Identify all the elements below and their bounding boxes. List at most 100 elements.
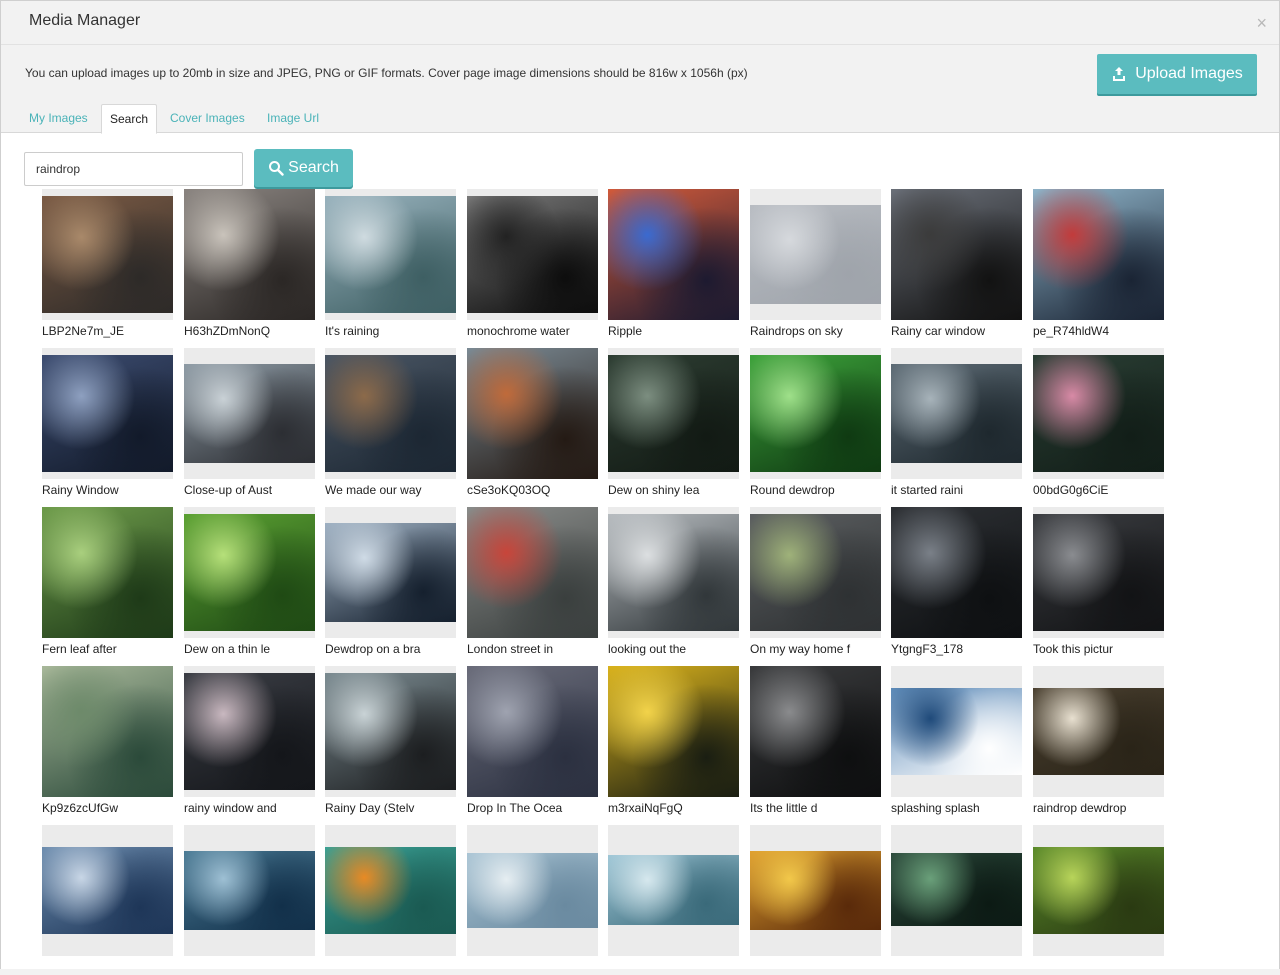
image-caption: Rainy car window: [891, 324, 986, 338]
image-tile[interactable]: Took this pictur: [1033, 507, 1164, 658]
image-thumbnail: [608, 348, 739, 479]
image-thumbnail: [750, 825, 881, 956]
photo: [750, 666, 881, 797]
photo: [608, 855, 739, 925]
photo: [1033, 189, 1164, 320]
search-input[interactable]: [24, 152, 243, 186]
image-tile[interactable]: London street in: [467, 507, 598, 658]
dialog-title: Media Manager: [29, 12, 141, 29]
photo: [184, 189, 315, 320]
image-tile[interactable]: looking out the: [608, 507, 739, 658]
upload-info-text: You can upload images up to 20mb in size…: [25, 66, 748, 80]
photo: [891, 853, 1022, 926]
photo: [467, 507, 598, 638]
image-thumbnail: [891, 348, 1022, 479]
upload-images-button[interactable]: Upload Images: [1097, 54, 1257, 94]
image-thumbnail: [891, 507, 1022, 638]
image-tile[interactable]: m3rxaiNqFgQ: [608, 666, 739, 817]
image-tile[interactable]: [891, 825, 1022, 956]
image-tile[interactable]: Close-up of Aust: [184, 348, 315, 499]
image-tile[interactable]: raindrop dewdrop: [1033, 666, 1164, 817]
photo: [891, 364, 1022, 463]
search-button[interactable]: Search: [254, 149, 353, 187]
image-thumbnail: [891, 825, 1022, 956]
image-tile[interactable]: pe_R74hldW4: [1033, 189, 1164, 340]
image-tile[interactable]: Rainy Day (Stelv: [325, 666, 456, 817]
search-icon: [268, 160, 284, 176]
photo: [325, 673, 456, 790]
image-thumbnail: [184, 666, 315, 797]
dialog-footer-strip: [0, 969, 1280, 975]
image-caption: raindrop dewdrop: [1033, 801, 1127, 815]
image-tile[interactable]: Kp9z6zcUfGw: [42, 666, 173, 817]
photo: [325, 847, 456, 934]
image-tile[interactable]: 00bdG0g6CiE: [1033, 348, 1164, 499]
image-tile[interactable]: it started raini: [891, 348, 1022, 499]
image-tile[interactable]: Dewdrop on a bra: [325, 507, 456, 658]
image-tile[interactable]: cSe3oKQ03OQ: [467, 348, 598, 499]
image-thumbnail: [891, 666, 1022, 797]
image-caption: Fern leaf after: [42, 642, 117, 656]
image-thumbnail: [608, 825, 739, 956]
tab-search[interactable]: Search: [101, 104, 158, 134]
image-tile[interactable]: On my way home f: [750, 507, 881, 658]
image-caption: Rainy Day (Stelv: [325, 801, 415, 815]
photo: [891, 189, 1022, 320]
image-tile[interactable]: Its the little d: [750, 666, 881, 817]
image-caption: YtgngF3_178: [891, 642, 964, 656]
image-tile[interactable]: [184, 825, 315, 956]
image-thumbnail: [750, 348, 881, 479]
image-tile[interactable]: Rainy car window: [891, 189, 1022, 340]
image-caption: rainy window and: [184, 801, 277, 815]
image-tile[interactable]: Drop In The Ocea: [467, 666, 598, 817]
image-caption: splashing splash: [891, 801, 980, 815]
image-tile[interactable]: [42, 825, 173, 956]
close-icon[interactable]: ×: [1256, 14, 1267, 32]
image-thumbnail: [1033, 666, 1164, 797]
image-tile[interactable]: Raindrops on sky: [750, 189, 881, 340]
image-caption: it started raini: [891, 483, 964, 497]
photo: [42, 847, 173, 934]
image-tile[interactable]: We made our way: [325, 348, 456, 499]
image-thumbnail: [1033, 189, 1164, 320]
image-tile[interactable]: YtgngF3_178: [891, 507, 1022, 658]
image-tile[interactable]: splashing splash: [891, 666, 1022, 817]
image-tile[interactable]: [608, 825, 739, 956]
image-thumbnail: [42, 348, 173, 479]
image-tile[interactable]: Rainy Window: [42, 348, 173, 499]
image-caption: Dew on a thin le: [184, 642, 271, 656]
image-tile[interactable]: rainy window and: [184, 666, 315, 817]
image-tile[interactable]: [1033, 825, 1164, 956]
image-thumbnail: [467, 825, 598, 956]
image-tile[interactable]: [750, 825, 881, 956]
photo: [325, 523, 456, 622]
image-caption: 00bdG0g6CiE: [1033, 483, 1109, 497]
image-tile[interactable]: monochrome water: [467, 189, 598, 340]
tab-cover-images[interactable]: Cover Images: [162, 105, 253, 131]
image-tile[interactable]: It's raining: [325, 189, 456, 340]
image-caption: looking out the: [608, 642, 687, 656]
image-tile[interactable]: Round dewdrop: [750, 348, 881, 499]
image-tile[interactable]: LBP2Ne7m_JE: [42, 189, 173, 340]
image-thumbnail: [608, 507, 739, 638]
photo: [1033, 847, 1164, 934]
image-thumbnail: [184, 189, 315, 320]
image-caption: monochrome water: [467, 324, 570, 338]
image-tile[interactable]: Ripple: [608, 189, 739, 340]
image-thumbnail: [467, 189, 598, 320]
image-thumbnail: [467, 666, 598, 797]
image-tile[interactable]: [325, 825, 456, 956]
image-thumbnail: [608, 666, 739, 797]
image-tile[interactable]: H63hZDmNonQ: [184, 189, 315, 340]
image-thumbnail: [608, 189, 739, 320]
tab-my-images[interactable]: My Images: [21, 105, 96, 131]
tab-image-url[interactable]: Image Url: [259, 105, 327, 131]
image-caption: London street in: [467, 642, 554, 656]
image-thumbnail: [325, 825, 456, 956]
image-tile[interactable]: Dew on shiny lea: [608, 348, 739, 499]
image-tile[interactable]: Fern leaf after: [42, 507, 173, 658]
image-tile[interactable]: [467, 825, 598, 956]
photo: [42, 666, 173, 797]
image-tile[interactable]: Dew on a thin le: [184, 507, 315, 658]
image-caption: Close-up of Aust: [184, 483, 273, 497]
